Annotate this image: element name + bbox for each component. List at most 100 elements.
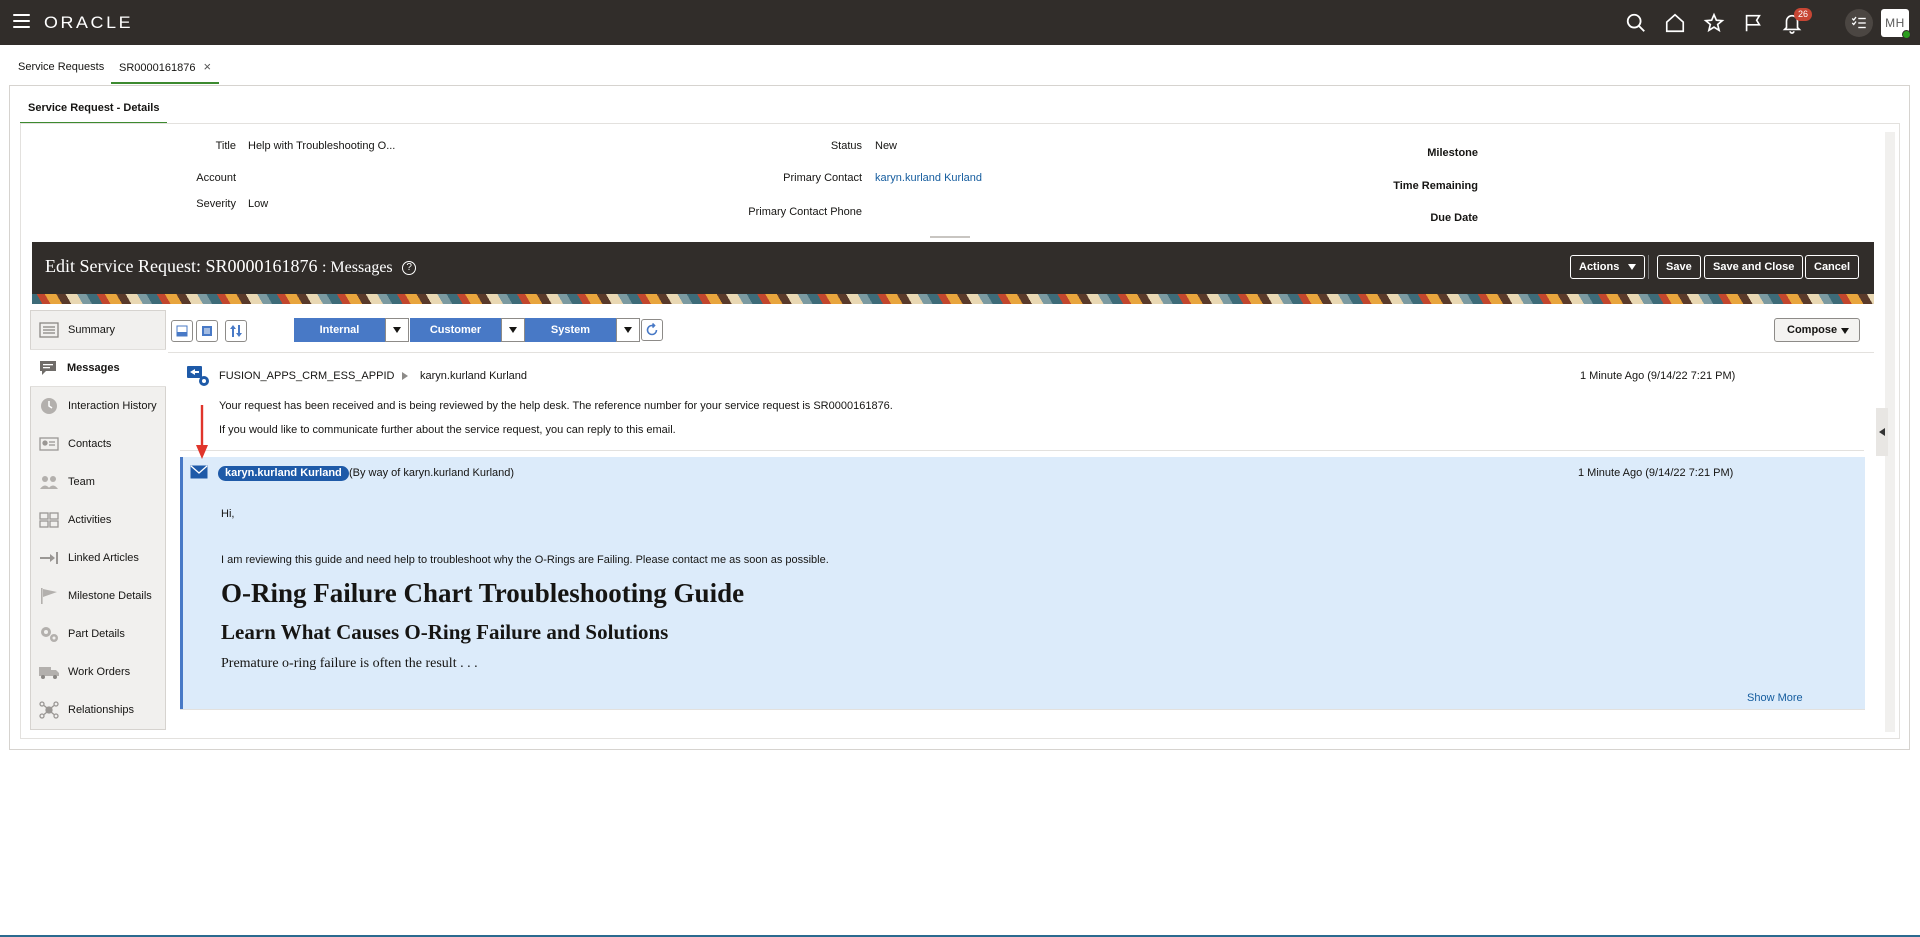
message-heading-1: O-Ring Failure Chart Troubleshooting Gui… <box>221 578 745 608</box>
nav-item-label: Summary <box>68 324 116 336</box>
system-message-icon <box>186 364 210 388</box>
view-expanded-button[interactable] <box>196 320 218 342</box>
decorative-banner-pattern <box>32 294 1874 304</box>
global-header: ORACLE 26 MH <box>0 0 1920 45</box>
status-value: New <box>875 140 898 152</box>
title-value: Help with Troubleshooting O... <box>248 140 396 152</box>
nav-item-label: Relationships <box>68 704 135 716</box>
actions-button[interactable]: Actions <box>1570 255 1646 279</box>
nav-item-work-orders[interactable]: Work Orders <box>31 653 165 691</box>
filter-customer-button[interactable]: Customer <box>410 318 501 342</box>
banner-separator <box>1648 255 1649 279</box>
watchlist-flag-icon[interactable] <box>1741 11 1765 35</box>
chevron-down-icon <box>624 327 632 333</box>
relationships-icon <box>38 701 60 719</box>
primary-contact-label: Primary Contact <box>783 172 862 184</box>
chevron-down-icon <box>1628 264 1637 271</box>
panel-splitter-handle[interactable] <box>930 236 970 238</box>
chevron-down-icon <box>393 327 401 333</box>
nav-item-interaction-history[interactable]: Interaction History <box>31 387 165 425</box>
help-icon[interactable]: ? <box>402 260 417 275</box>
message-sender-badge[interactable]: karyn.kurland Kurland <box>218 466 349 481</box>
sort-button[interactable] <box>225 320 247 342</box>
notifications-bell-icon[interactable]: 26 <box>1780 8 1813 35</box>
truck-icon <box>38 663 60 681</box>
favorites-star-icon[interactable] <box>1702 11 1726 35</box>
nav-item-relationships[interactable]: Relationships <box>31 691 165 729</box>
nav-item-summary[interactable]: Summary <box>31 311 165 349</box>
red-annotation-arrow-icon <box>196 405 208 460</box>
compose-label: Compose <box>1787 324 1838 336</box>
recipient-arrow-icon <box>402 372 408 380</box>
nav-item-milestone-details[interactable]: Milestone Details <box>31 577 165 615</box>
chevron-left-icon <box>1879 428 1885 436</box>
linked-articles-icon <box>38 549 60 567</box>
search-icon[interactable] <box>1624 11 1648 35</box>
filter-internal-dropdown[interactable] <box>385 318 409 342</box>
show-more-link[interactable]: Show More <box>1747 692 1803 704</box>
oracle-logo: ORACLE <box>44 13 134 32</box>
save-and-close-button[interactable]: Save and Close <box>1704 255 1804 279</box>
nav-item-label: Activities <box>68 514 112 526</box>
message-recipient: karyn.kurland Kurland <box>420 370 528 382</box>
compose-button[interactable]: Compose <box>1774 318 1860 342</box>
primary-contact-link[interactable]: karyn.kurland Kurland <box>875 172 982 184</box>
user-initials: MH <box>1885 16 1905 30</box>
collapse-panel-handle[interactable] <box>1876 408 1888 456</box>
nav-item-label: Team <box>68 476 95 488</box>
nav-item-part-details[interactable]: Part Details <box>31 615 165 653</box>
message-heading-2: Learn What Causes O-Ring Failure and Sol… <box>221 620 669 644</box>
nav-item-team[interactable]: Team <box>31 463 165 501</box>
message-body-line: Your request has been received and is be… <box>219 400 893 412</box>
close-tab-icon[interactable]: × <box>203 59 211 74</box>
home-icon[interactable] <box>1663 11 1687 35</box>
email-envelope-icon <box>190 465 208 479</box>
message-paragraph: Premature o-ring failure is often the re… <box>221 656 478 671</box>
nav-item-label: Work Orders <box>68 666 131 678</box>
subtab-service-request-details[interactable]: Service Request - Details <box>20 97 168 124</box>
nav-item-label: Milestone Details <box>68 590 152 602</box>
notifications-count-badge: 26 <box>1794 8 1813 21</box>
page-subtitle-text: : Messages <box>321 259 393 276</box>
page-title-text: Edit Service Request: SR0000161876 <box>45 256 318 276</box>
message-divider <box>180 709 1865 710</box>
nav-item-label: Linked Articles <box>68 552 139 564</box>
filter-system-dropdown[interactable] <box>616 318 640 342</box>
nav-item-label: Messages <box>67 362 120 374</box>
hamburger-menu-icon[interactable] <box>13 14 30 28</box>
message-sender: FUSION_APPS_CRM_ESS_APPID <box>219 370 395 382</box>
view-compact-button[interactable] <box>171 320 193 342</box>
save-button[interactable]: Save <box>1657 255 1701 279</box>
edit-banner: Edit Service Request: SR0000161876 : Mes… <box>32 242 1874 294</box>
message-divider <box>180 450 1864 451</box>
time-remaining-label: Time Remaining <box>1393 180 1478 192</box>
refresh-button[interactable] <box>641 319 663 341</box>
nav-item-linked-articles[interactable]: Linked Articles <box>31 539 165 577</box>
filter-customer-dropdown[interactable] <box>501 318 525 342</box>
message-body-line: If you would like to communicate further… <box>219 424 676 436</box>
cancel-button[interactable]: Cancel <box>1805 255 1860 279</box>
due-date-label: Due Date <box>1430 212 1478 224</box>
title-label: Title <box>215 140 236 152</box>
work-area-tabs: Service Requests SR0000161876 × <box>0 52 1920 84</box>
filter-system-button[interactable]: System <box>525 318 616 342</box>
clock-icon <box>38 397 60 415</box>
status-label: Status <box>830 140 862 152</box>
nav-item-activities[interactable]: Activities <box>31 501 165 539</box>
nav-item-messages[interactable]: Messages <box>30 349 166 387</box>
primary-contact-phone-label: Primary Contact Phone <box>748 206 862 218</box>
toolbar-divider <box>168 352 1874 353</box>
user-avatar[interactable]: MH <box>1881 9 1911 39</box>
tasks-checklist-icon[interactable] <box>1845 9 1873 37</box>
tab-service-requests[interactable]: Service Requests <box>10 52 112 84</box>
summary-icon <box>38 321 60 339</box>
nav-item-label: Interaction History <box>68 400 157 412</box>
message-greeting: Hi, <box>221 508 235 520</box>
tab-sr0000161876[interactable]: SR0000161876 × <box>111 52 220 84</box>
nav-item-label: Contacts <box>68 438 112 450</box>
message-timestamp: 1 Minute Ago (9/14/22 7:21 PM) <box>1578 467 1734 479</box>
filter-internal-button[interactable]: Internal <box>294 318 385 342</box>
contacts-icon <box>38 435 60 453</box>
online-status-dot <box>1902 30 1911 39</box>
nav-item-contacts[interactable]: Contacts <box>31 425 165 463</box>
